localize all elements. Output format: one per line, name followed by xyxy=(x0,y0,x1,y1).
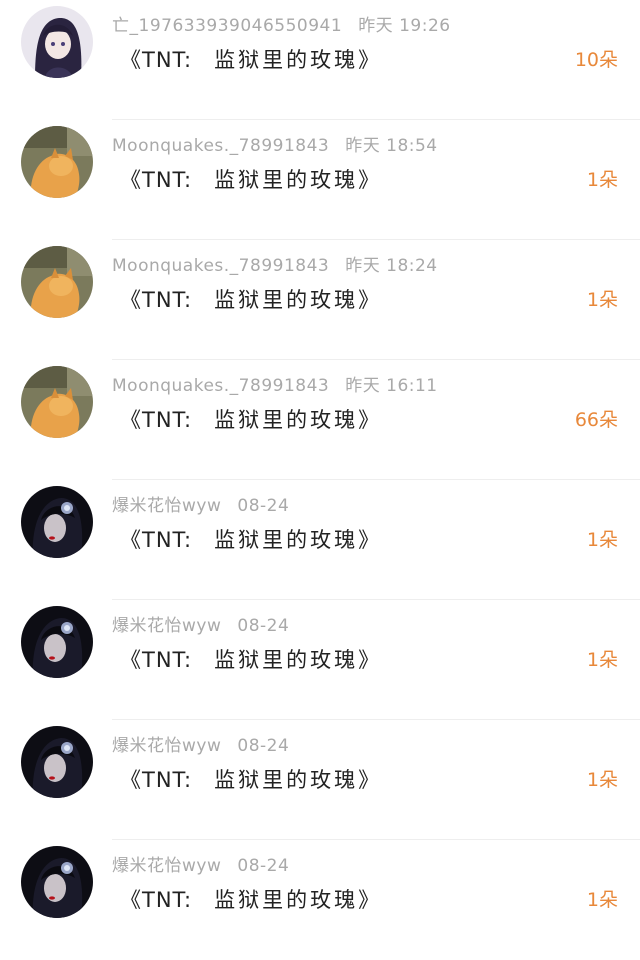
dark-portrait-avatar-icon xyxy=(21,726,93,798)
cat-photo-avatar-icon xyxy=(21,246,93,318)
gift-record-row[interactable]: 爆米花怡wyw 08-24 《TNT: 监狱里的玫瑰》 1朵 xyxy=(0,480,640,600)
gift-title: 《TNT: 监狱里的玫瑰》 xyxy=(120,164,382,196)
gift-record-list: 亡_1976339390465509​41 昨天 19:26 《TNT: 监狱里的玫… xyxy=(0,0,640,941)
sender-meta: 爆米花怡wyw 08-24 xyxy=(112,734,289,758)
sender-name[interactable]: 爆米花怡wyw xyxy=(112,856,221,876)
gift-record-row[interactable]: 爆米花怡wyw 08-24 《TNT: 监狱里的玫瑰》 1朵 xyxy=(0,720,640,840)
gift-title: 《TNT: 监狱里的玫瑰》 xyxy=(120,884,382,916)
send-time: 昨天 18:54 xyxy=(345,136,438,156)
avatar[interactable] xyxy=(21,366,93,438)
avatar[interactable] xyxy=(21,726,93,798)
gift-name: 监狱里的玫瑰》 xyxy=(214,168,383,192)
gift-prefix: 《TNT: xyxy=(120,888,193,912)
gift-title: 《TNT: 监狱里的玫瑰》 xyxy=(120,524,382,556)
sender-meta: Moonquakes._78991843 昨天 18:54 xyxy=(112,134,438,158)
sender-name[interactable]: Moonquakes._78991843 xyxy=(112,376,329,396)
gift-record-row[interactable]: Moonquakes._78991843 昨天 18:24 《TNT: 监狱里的玫瑰… xyxy=(0,240,640,360)
send-time: 08-24 xyxy=(237,736,290,756)
gift-record-row[interactable]: 亡_1976339390465509​41 昨天 19:26 《TNT: 监狱里的玫… xyxy=(0,0,640,120)
avatar[interactable] xyxy=(21,486,93,558)
sender-name[interactable]: 亡_1976339390465509​41 xyxy=(112,16,342,36)
cat-photo-avatar-icon xyxy=(21,366,93,438)
gift-title: 《TNT: 监狱里的玫瑰》 xyxy=(120,764,382,796)
send-time: 08-24 xyxy=(237,856,290,876)
gift-count: 10朵 xyxy=(574,49,618,71)
sender-meta: 爆米花怡wyw 08-24 xyxy=(112,614,289,638)
send-time: 昨天 16:11 xyxy=(345,376,438,396)
gift-record-row[interactable]: 爆米花怡wyw 08-24 《TNT: 监狱里的玫瑰》 1朵 xyxy=(0,600,640,720)
gift-prefix: 《TNT: xyxy=(120,288,193,312)
gift-prefix: 《TNT: xyxy=(120,648,193,672)
avatar[interactable] xyxy=(21,606,93,678)
gift-count: 1朵 xyxy=(586,529,618,551)
gift-name: 监狱里的玫瑰》 xyxy=(214,768,383,792)
gift-title: 《TNT: 监狱里的玫瑰》 xyxy=(120,44,382,76)
send-time: 08-24 xyxy=(237,496,290,516)
avatar[interactable] xyxy=(21,126,93,198)
gift-record-row[interactable]: 爆米花怡wyw 08-24 《TNT: 监狱里的玫瑰》 1朵 xyxy=(0,840,640,960)
gift-record-row[interactable]: Moonquakes._78991843 昨天 16:11 《TNT: 监狱里的玫瑰… xyxy=(0,360,640,480)
sender-meta: Moonquakes._78991843 昨天 18:24 xyxy=(112,254,438,278)
gift-name: 监狱里的玫瑰》 xyxy=(214,48,383,72)
gift-count: 1朵 xyxy=(586,289,618,311)
gift-title: 《TNT: 监狱里的玫瑰》 xyxy=(120,284,382,316)
send-time: 08-24 xyxy=(237,616,290,636)
sender-name[interactable]: Moonquakes._78991843 xyxy=(112,136,329,156)
gift-name: 监狱里的玫瑰》 xyxy=(214,288,383,312)
dark-portrait-avatar-icon xyxy=(21,486,93,558)
sender-name[interactable]: 爆米花怡wyw xyxy=(112,616,221,636)
sender-name[interactable]: 爆米花怡wyw xyxy=(112,736,221,756)
sender-meta: 爆米花怡wyw 08-24 xyxy=(112,494,289,518)
sender-meta: 爆米花怡wyw 08-24 xyxy=(112,854,289,878)
gift-name: 监狱里的玫瑰》 xyxy=(214,528,383,552)
anime-girl-avatar-icon xyxy=(21,6,93,78)
gift-count: 1朵 xyxy=(586,889,618,911)
gift-count: 1朵 xyxy=(586,769,618,791)
sender-meta: 亡_1976339390465509​41 昨天 19:26 xyxy=(112,14,451,38)
sender-name[interactable]: 爆米花怡wyw xyxy=(112,496,221,516)
gift-count: 1朵 xyxy=(586,649,618,671)
gift-prefix: 《TNT: xyxy=(120,48,193,72)
sender-meta: Moonquakes._78991843 昨天 16:11 xyxy=(112,374,438,398)
gift-title: 《TNT: 监狱里的玫瑰》 xyxy=(120,644,382,676)
dark-portrait-avatar-icon xyxy=(21,606,93,678)
sender-name[interactable]: Moonquakes._78991843 xyxy=(112,256,329,276)
gift-record-row[interactable]: Moonquakes._78991843 昨天 18:54 《TNT: 监狱里的玫瑰… xyxy=(0,120,640,240)
gift-prefix: 《TNT: xyxy=(120,408,193,432)
avatar[interactable] xyxy=(21,846,93,918)
gift-count: 1朵 xyxy=(586,169,618,191)
gift-name: 监狱里的玫瑰》 xyxy=(214,888,383,912)
gift-prefix: 《TNT: xyxy=(120,768,193,792)
dark-portrait-avatar-icon xyxy=(21,846,93,918)
gift-prefix: 《TNT: xyxy=(120,168,193,192)
gift-name: 监狱里的玫瑰》 xyxy=(214,408,383,432)
gift-count: 66朵 xyxy=(574,409,618,431)
gift-name: 监狱里的玫瑰》 xyxy=(214,648,383,672)
gift-title: 《TNT: 监狱里的玫瑰》 xyxy=(120,404,382,436)
send-time: 昨天 19:26 xyxy=(358,16,451,36)
cat-photo-avatar-icon xyxy=(21,126,93,198)
avatar[interactable] xyxy=(21,6,93,78)
gift-prefix: 《TNT: xyxy=(120,528,193,552)
send-time: 昨天 18:24 xyxy=(345,256,438,276)
avatar[interactable] xyxy=(21,246,93,318)
